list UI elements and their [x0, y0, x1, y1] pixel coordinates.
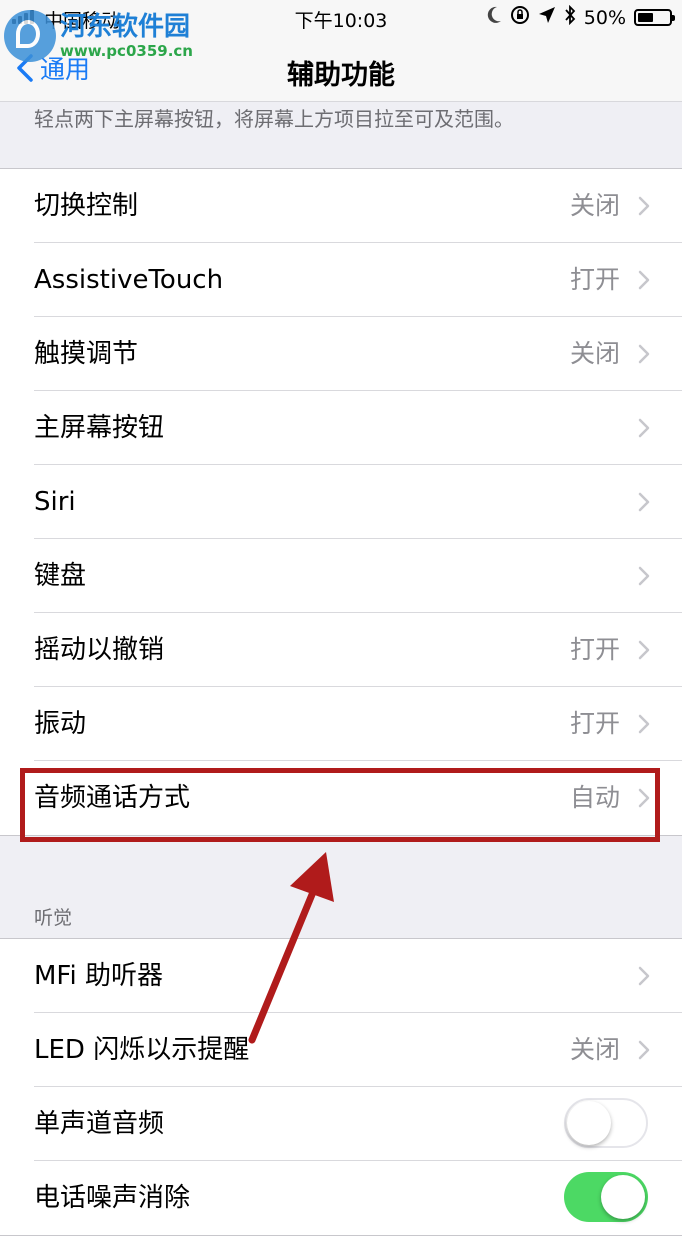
chevron-right-icon [638, 270, 650, 290]
row-label: MFi 助听器 [34, 961, 163, 991]
row-shake-to-undo[interactable]: 摇动以撤销 打开 [0, 613, 682, 687]
row-label: 主屏幕按钮 [34, 413, 165, 443]
chevron-right-icon [638, 640, 650, 660]
row-value: 关闭 [569, 1035, 620, 1064]
noise-cancellation-toggle[interactable] [564, 1172, 648, 1222]
row-label: 触摸调节 [34, 339, 139, 369]
site-watermark: 河东软件园 www.pc0359.cn [4, 10, 193, 62]
chevron-right-icon [638, 788, 650, 808]
orientation-lock-icon [510, 5, 530, 30]
row-mfi-hearing-devices[interactable]: MFi 助听器 [0, 939, 682, 1013]
row-label: 音频通话方式 [34, 783, 191, 813]
chevron-right-icon [638, 344, 650, 364]
watermark-logo [4, 10, 56, 62]
row-assistivetouch[interactable]: AssistiveTouch 打开 [0, 243, 682, 317]
chevron-right-icon [638, 566, 650, 586]
row-label: 切换控制 [34, 191, 139, 221]
toggle-knob [601, 1175, 645, 1219]
row-mono-audio: 单声道音频 [0, 1087, 682, 1161]
row-call-audio-routing[interactable]: 音频通话方式 自动 [0, 761, 682, 835]
row-label: LED 闪烁以示提醒 [34, 1035, 250, 1065]
hearing-settings-group: MFi 助听器 LED 闪烁以示提醒 关闭 单声道音频 电话噪声消除 [0, 938, 682, 1236]
chevron-right-icon [638, 196, 650, 216]
watermark-site-name: 河东软件园 [60, 12, 191, 42]
interaction-settings-group: 切换控制 关闭 AssistiveTouch 打开 触摸调节 关闭 主屏幕按钮 … [0, 168, 682, 836]
row-keyboard[interactable]: 键盘 [0, 539, 682, 613]
battery-percent: 50% [583, 6, 626, 29]
row-value: 打开 [569, 635, 620, 664]
row-label: AssistiveTouch [34, 265, 224, 295]
battery-icon [634, 9, 675, 26]
row-label: 电话噪声消除 [34, 1183, 191, 1213]
row-label: 摇动以撤销 [34, 635, 165, 665]
row-value: 关闭 [569, 339, 620, 368]
chevron-right-icon [638, 1040, 650, 1060]
chevron-right-icon [638, 418, 650, 438]
chevron-right-icon [638, 714, 650, 734]
watermark-url: www.pc0359.cn [60, 42, 193, 60]
row-value: 打开 [569, 709, 620, 738]
row-value: 自动 [569, 783, 620, 812]
hearing-section-header: 听觉 [34, 907, 73, 929]
row-label: Siri [34, 487, 76, 517]
row-value: 关闭 [569, 191, 620, 220]
row-led-flash-alerts[interactable]: LED 闪烁以示提醒 关闭 [0, 1013, 682, 1087]
chevron-right-icon [638, 492, 650, 512]
row-home-button[interactable]: 主屏幕按钮 [0, 391, 682, 465]
chevron-right-icon [638, 966, 650, 986]
row-touch-accommodations[interactable]: 触摸调节 关闭 [0, 317, 682, 391]
row-label: 振动 [34, 709, 87, 739]
toggle-knob [567, 1101, 611, 1145]
do-not-disturb-icon [486, 6, 502, 29]
row-label: 键盘 [34, 561, 87, 591]
reachability-footer: 轻点两下主屏幕按钮，将屏幕上方项目拉至可及范围。 [34, 107, 514, 131]
row-value: 打开 [569, 265, 620, 294]
row-siri[interactable]: Siri [0, 465, 682, 539]
row-switch-control[interactable]: 切换控制 关闭 [0, 169, 682, 243]
mono-audio-toggle[interactable] [564, 1098, 648, 1148]
row-label: 单声道音频 [34, 1109, 165, 1139]
bluetooth-icon [564, 4, 576, 30]
row-vibration[interactable]: 振动 打开 [0, 687, 682, 761]
location-icon [538, 6, 556, 29]
row-phone-noise-cancellation: 电话噪声消除 [0, 1161, 682, 1235]
